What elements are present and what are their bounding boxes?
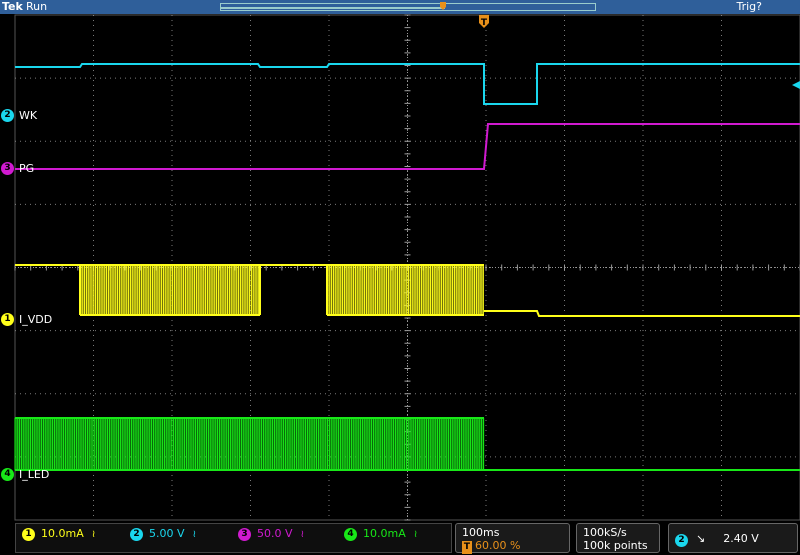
ch4-readout[interactable]: 4 10.0mA ≀ (344, 527, 417, 542)
record-trigger-icon (440, 2, 446, 10)
ch2-marker[interactable]: 2 (1, 109, 14, 122)
ch3-coupling-icon: ≀ (300, 529, 305, 540)
ch4-marker[interactable]: 4 (1, 468, 14, 481)
falling-edge-icon: ↘ (696, 532, 706, 545)
ch4-burst (14, 417, 485, 471)
ch1-marker[interactable]: 1 (1, 313, 14, 326)
timebase-readout[interactable]: 100ms T 60.00 % (455, 523, 570, 554)
trigger-level-icon (792, 81, 800, 89)
t-icon-letter: T (481, 18, 488, 28)
ch1-burst-2-fill (327, 265, 484, 315)
waveform-display[interactable]: T (0, 0, 800, 521)
ch2-scale: 5.00 V (149, 527, 185, 540)
trigger-source-badge: 2 (675, 534, 688, 547)
ch1-burst-1 (79, 264, 260, 316)
ch1-badge: 1 (22, 527, 35, 541)
ch1-scale: 10.0mA (41, 527, 84, 540)
acquisition-readout[interactable]: 100kS/s 100k points (576, 523, 660, 553)
waveform-traces (14, 63, 800, 471)
time-scale: 100ms (462, 526, 500, 539)
ch2-readout[interactable]: 2 5.00 V ≀ (130, 527, 196, 542)
sample-rate: 100kS/s (583, 526, 627, 539)
trigger-level: 2.40 V (723, 532, 759, 545)
ch1-coupling-icon: ≀ (91, 529, 96, 540)
ch1-readout[interactable]: 1 10.0mA ≀ (22, 527, 95, 542)
vertical-readouts: 1 10.0mA ≀ 2 5.00 V ≀ 3 50.0 V ≀ 4 10.0mA ≀ (15, 523, 452, 553)
ch1-burst-2 (326, 264, 484, 316)
ch1-trace-gap (259, 264, 328, 315)
ch3-marker[interactable]: 3 (1, 162, 14, 175)
ch4-coupling-icon: ≀ (413, 529, 418, 540)
ch3-readout[interactable]: 3 50.0 V ≀ (238, 527, 304, 542)
ch4-label: I_LED (19, 468, 50, 481)
trigger-position-icon: T (462, 541, 472, 554)
ch4-scale: 10.0mA (363, 527, 406, 540)
ch4-badge: 4 (344, 527, 357, 541)
ch3-badge: 3 (238, 527, 251, 541)
record-length: 100k points (583, 539, 648, 552)
ch2-coupling-icon: ≀ (192, 529, 197, 540)
ch1-trace-end (484, 310, 800, 317)
ch2-badge: 2 (130, 527, 143, 541)
trigger-position: 60.00 % (475, 539, 521, 552)
ch2-label: WK (19, 109, 38, 122)
ch1-trace-start (15, 264, 81, 315)
ch3-scale: 50.0 V (257, 527, 293, 540)
ch3-label: PG (19, 162, 35, 175)
trigger-readout[interactable]: 2 ↘ 2.40 V (668, 523, 798, 553)
ch1-label: I_VDD (19, 313, 53, 326)
